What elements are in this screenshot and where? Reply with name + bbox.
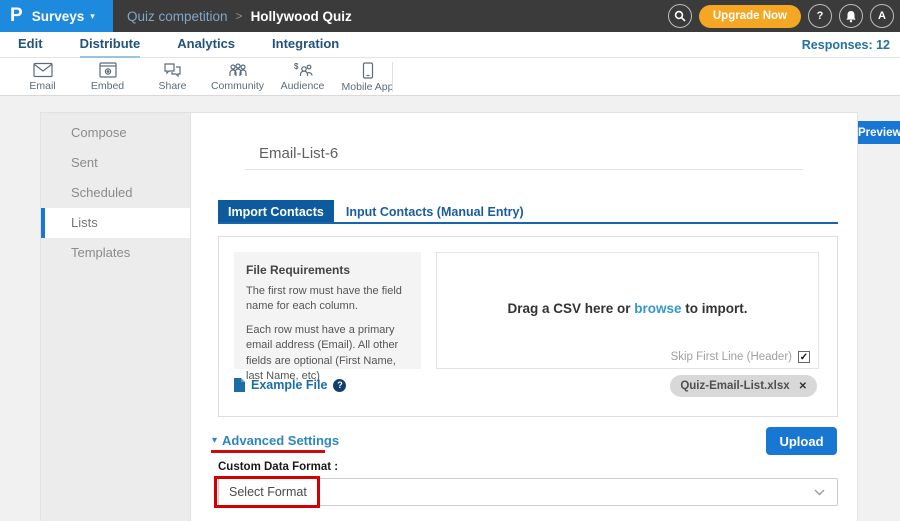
browse-link[interactable]: browse [634,301,681,316]
remove-file-icon[interactable]: ✕ [799,381,807,392]
dropzone-text: Drag a CSV here or browse to import. [437,301,818,316]
nav-distribute[interactable]: Distribute [80,32,141,58]
channel-community[interactable]: Community [205,60,270,93]
caret-down-icon: ▾ [212,435,217,446]
preview-label: Preview [858,127,900,139]
app-screen: P Surveys ▾ Quiz competition > Hollywood… [0,0,900,521]
nav-items: Edit Distribute Analytics Integration [18,32,339,58]
questionpro-logo-icon: P [10,1,23,31]
channel-label: Embed [91,80,124,92]
channel-list: Email Embed Share Communi [10,60,400,93]
share-icon [163,62,182,78]
contacts-tabbar: Import Contacts Input Contacts (Manual E… [218,200,838,224]
channel-audience[interactable]: $ Audience [270,60,335,93]
tab-import-contacts[interactable]: Import Contacts [218,200,334,222]
dropzone-text-after: to import. [685,301,747,316]
email-icon [33,62,53,78]
chevron-down-icon [814,489,825,496]
sidebar-item-sent[interactable]: Sent [41,148,190,178]
search-button[interactable] [668,4,692,28]
sidebar-item-compose[interactable]: Compose [41,118,190,148]
product-name: Surveys [32,9,85,24]
sidebar-item-lists[interactable]: Lists [41,208,190,238]
distribute-toolbar: Email Embed Share Communi [0,58,900,96]
uploaded-file-chip: Quiz-Email-List.xlsx ✕ [670,375,817,397]
surveys-menu[interactable]: P Surveys ▾ [0,0,113,32]
toolbar-divider [392,62,393,92]
breadcrumb-separator: > [236,9,243,23]
uploaded-file-name: Quiz-Email-List.xlsx [680,380,789,392]
breadcrumb-parent[interactable]: Quiz competition [127,9,228,24]
responses-count[interactable]: Responses: 12 [802,32,890,58]
bell-icon [845,10,857,23]
channel-label: Community [211,80,264,92]
email-sidebar: Compose Sent Scheduled Lists Templates [41,113,191,521]
skip-first-line-label: Skip First Line (Header) [671,351,792,363]
channel-label: Share [158,80,186,92]
list-name: Email-List-6 [245,141,803,167]
channel-label: Email [29,80,55,92]
example-file-label: Example File [251,378,327,392]
channel-label: Mobile App [342,81,394,93]
account-avatar[interactable]: A [870,4,894,28]
channel-share[interactable]: Share [140,60,205,93]
help-button[interactable]: ? [808,4,832,28]
breadcrumb: Quiz competition > Hollywood Quiz [127,0,352,32]
channel-mobile-app[interactable]: Mobile App [335,60,400,93]
dropzone-text-before: Drag a CSV here or [507,301,630,316]
nav-integration[interactable]: Integration [272,32,339,58]
nav-analytics[interactable]: Analytics [177,32,235,58]
community-icon [228,62,248,78]
annotation-red-box [214,476,320,508]
advanced-settings-label: Advanced Settings [222,433,339,448]
import-contacts-panel: File Requirements The first row must hav… [218,236,838,417]
survey-nav: Edit Distribute Analytics Integration Re… [0,32,900,58]
channel-embed[interactable]: Embed [75,60,140,93]
nav-edit[interactable]: Edit [18,32,43,58]
caret-down-icon: ▾ [90,11,95,22]
file-requirements-title: File Requirements [246,263,409,277]
channel-label: Audience [281,80,325,92]
mobile-app-icon [362,62,374,79]
list-name-field[interactable]: Email-List-6 [245,141,803,170]
tab-input-contacts[interactable]: Input Contacts (Manual Entry) [334,200,536,222]
top-bar: P Surveys ▾ Quiz competition > Hollywood… [0,0,900,32]
sidebar-item-scheduled[interactable]: Scheduled [41,178,190,208]
upload-button[interactable]: Upload [766,427,837,455]
breadcrumb-current: Hollywood Quiz [251,9,352,24]
upgrade-now-button[interactable]: Upgrade Now [699,5,801,28]
example-file-link[interactable]: Example File ? [234,378,346,392]
svg-text:$: $ [294,62,299,71]
file-requirements-p1: The first row must have the field name f… [246,284,409,315]
file-icon [234,378,245,392]
custom-data-format-label: Custom Data Format : [218,461,338,473]
advanced-settings-toggle[interactable]: ▾ Advanced Settings [212,433,339,448]
help-circle-icon[interactable]: ? [333,379,346,392]
embed-icon [99,62,117,78]
top-right-actions: Upgrade Now ? A [668,4,894,28]
sidebar-item-templates[interactable]: Templates [41,238,190,268]
skip-first-line-checkbox[interactable]: ✓ [798,351,810,363]
file-requirements-p2: Each row must have a primary email addre… [246,323,409,385]
notifications-button[interactable] [839,4,863,28]
annotation-red-underline [211,450,325,453]
audience-icon: $ [293,62,313,78]
csv-dropzone[interactable]: Drag a CSV here or browse to import. Ski… [436,252,819,369]
channel-email[interactable]: Email [10,60,75,93]
skip-first-line-row: Skip First Line (Header) ✓ [671,351,810,363]
file-requirements-box: File Requirements The first row must hav… [234,252,421,369]
search-icon [674,10,686,22]
